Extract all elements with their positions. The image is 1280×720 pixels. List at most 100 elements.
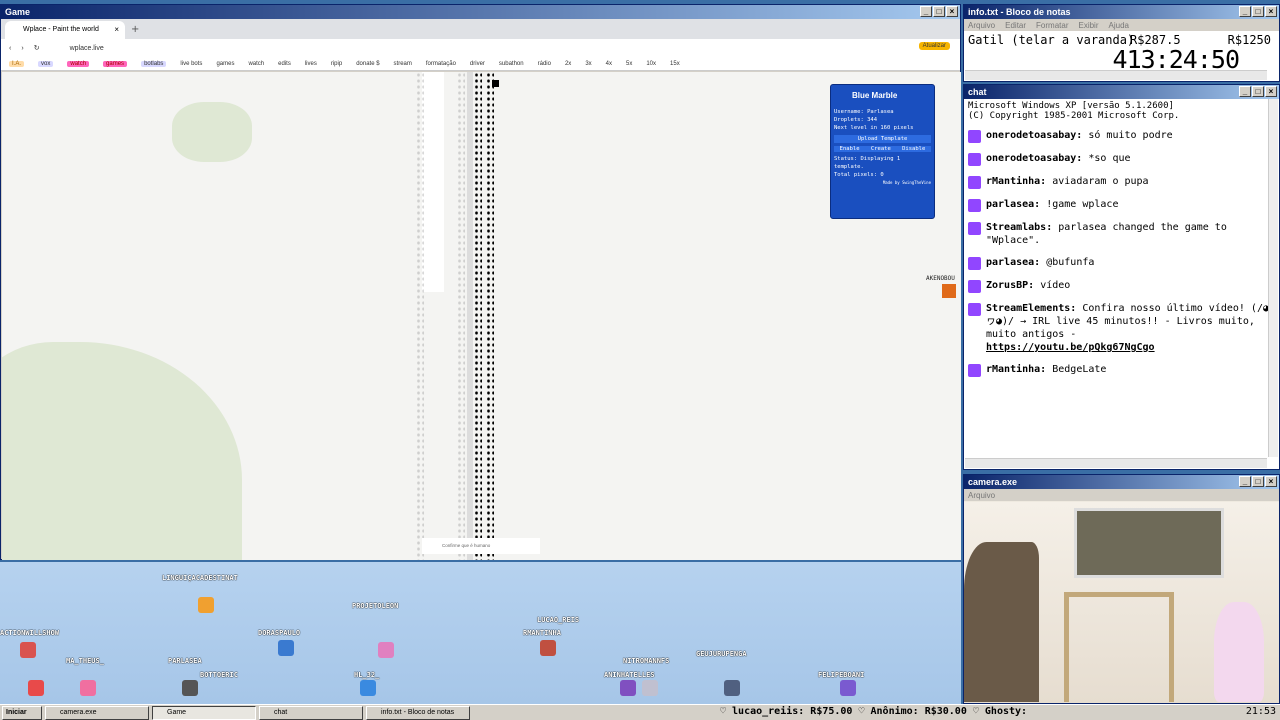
wplace-map-canvas[interactable]: Blue Marble Username: Parlasea Droplets:…	[2, 72, 961, 560]
chatter-name: HL_32_	[354, 671, 380, 679]
game-window-titlebar[interactable]: Game _ □ ×	[1, 5, 960, 19]
bookmark[interactable]: 3x	[585, 61, 591, 67]
bookmark[interactable]: games	[103, 60, 128, 67]
bookmark[interactable]: watch	[67, 60, 90, 67]
close-icon[interactable]: ×	[1265, 476, 1277, 487]
notepad-titlebar[interactable]: info.txt - Bloco de notas _ □ ×	[964, 5, 1279, 19]
camera-window[interactable]: camera.exe _ □ × Arquivo	[963, 474, 1280, 704]
camera-titlebar[interactable]: camera.exe _ □ ×	[964, 475, 1279, 489]
upload-template-button[interactable]: Upload Template	[834, 135, 931, 143]
menu-item[interactable]: Exibir	[1078, 21, 1098, 30]
browser-tab[interactable]: Wplace - Paint the world ×	[5, 21, 125, 39]
bookmark[interactable]: 2x	[565, 61, 571, 67]
bookmark[interactable]: 10x	[646, 61, 656, 67]
chatter-avatar	[620, 680, 636, 696]
taskbar: Iniciar camera.exe Game chat info.txt - …	[0, 704, 1280, 720]
bookmark[interactable]: botlabs	[141, 60, 167, 67]
bm-next-level: Next level in 160 pixels	[834, 125, 914, 131]
chat-message: Streamlabs: parlasea changed the game to…	[968, 221, 1275, 247]
bookmark[interactable]: I.A.	[9, 60, 25, 67]
minimize-icon[interactable]: _	[1239, 86, 1251, 97]
chatter-avatar	[540, 640, 556, 656]
maximize-icon[interactable]: □	[1252, 476, 1264, 487]
close-icon[interactable]: ×	[946, 6, 958, 17]
menu-item[interactable]: Arquivo	[968, 21, 995, 30]
minimize-icon[interactable]: _	[1239, 6, 1251, 17]
close-icon[interactable]: ×	[1265, 6, 1277, 17]
game-window-title: Game	[5, 7, 31, 17]
chat-titlebar[interactable]: chat _ □ ×	[964, 85, 1279, 99]
chat-window[interactable]: chat _ □ × Microsoft Windows XP [versão 5.…	[963, 84, 1280, 470]
back-icon[interactable]: ‹	[9, 45, 11, 52]
bookmark[interactable]: vox	[38, 60, 54, 67]
twitch-icon	[968, 222, 981, 235]
room-jacket	[964, 542, 1039, 702]
taskbar-item[interactable]: chat	[259, 705, 363, 720]
pixel-template-column	[474, 72, 482, 560]
chat-user: ZorusBP:	[986, 280, 1035, 291]
maximize-icon[interactable]: □	[933, 6, 945, 17]
pixel-template-column	[486, 72, 494, 560]
create-button[interactable]: Create	[871, 146, 891, 152]
blue-marble-panel[interactable]: Blue Marble Username: Parlasea Droplets:…	[830, 84, 935, 219]
chatter-name: LUCAO_REIS	[537, 616, 580, 624]
menu-item[interactable]: Formatar	[1036, 21, 1068, 30]
room-table	[1064, 592, 1174, 702]
chat-user: onerodetoasabay:	[986, 153, 1083, 164]
bookmark[interactable]: games	[216, 61, 234, 67]
chat-link[interactable]: https://youtu.be/pQkg67NgCgo	[986, 342, 1155, 353]
bookmark[interactable]: edits	[278, 61, 291, 67]
captcha-widget[interactable]: Confirme que é humano	[422, 538, 540, 554]
bookmark[interactable]: ripip	[331, 61, 342, 67]
game-window[interactable]: Game _ □ × Wplace - Paint the world × + ‹ ›…	[0, 4, 961, 560]
console-header: (C) Copyright 1985-2001 Microsoft Corp.	[968, 111, 1180, 121]
chatter-avatar	[80, 680, 96, 696]
close-tab-icon[interactable]: ×	[114, 21, 119, 39]
bookmark[interactable]: live bots	[180, 61, 202, 67]
taskbar-item[interactable]: info.txt - Bloco de notas	[366, 705, 470, 720]
vertical-scrollbar[interactable]	[1268, 99, 1278, 457]
minimize-icon[interactable]: _	[920, 6, 932, 17]
horizontal-scrollbar[interactable]	[965, 458, 1267, 468]
notepad-window[interactable]: info.txt - Bloco de notas _ □ × Arquivo Ed…	[963, 4, 1280, 82]
update-button[interactable]: Atualizar	[918, 42, 950, 50]
bookmark[interactable]: rádio	[538, 61, 551, 67]
bookmark[interactable]: 4x	[606, 61, 612, 67]
taskbar-item[interactable]: Game	[152, 705, 256, 720]
bookmark[interactable]: lives	[305, 61, 317, 67]
forward-icon[interactable]: ›	[21, 45, 23, 52]
chat-user: onerodetoasabay:	[986, 130, 1083, 141]
chatter-name: RMANTINHA	[523, 629, 561, 637]
menu-item[interactable]: Editar	[1005, 21, 1026, 30]
enable-button[interactable]: Enable	[840, 146, 860, 152]
close-icon[interactable]: ×	[1265, 86, 1277, 97]
taskbar-item[interactable]: camera.exe	[45, 705, 149, 720]
minimize-icon[interactable]: _	[1239, 476, 1251, 487]
bookmark[interactable]: donate $	[356, 61, 379, 67]
chatter-name: DORASPAULO	[258, 629, 301, 637]
maximize-icon[interactable]: □	[1252, 6, 1264, 17]
new-tab-icon[interactable]: +	[131, 21, 139, 39]
disable-button[interactable]: Disable	[902, 146, 925, 152]
room-window	[1074, 508, 1224, 578]
chatter-avatar	[360, 680, 376, 696]
chat-message: parlasea: @bufunfa	[968, 256, 1275, 270]
bookmark[interactable]: subathon	[499, 61, 524, 67]
reload-icon[interactable]: ↻	[34, 44, 40, 52]
chat-user: parlasea:	[986, 257, 1041, 268]
chat-text: só muito podre	[1088, 130, 1173, 141]
bookmark[interactable]: watch	[248, 61, 264, 67]
bookmark[interactable]: 15x	[670, 61, 680, 67]
bookmark[interactable]: driver	[470, 61, 485, 67]
url-field[interactable]: wplace.live	[70, 45, 104, 52]
bookmark[interactable]: stream	[394, 61, 412, 67]
tab-title: Wplace - Paint the world	[23, 26, 99, 33]
start-button[interactable]: Iniciar	[2, 705, 42, 720]
menu-item[interactable]: Arquivo	[968, 491, 995, 500]
horizontal-scrollbar[interactable]	[965, 70, 1267, 80]
maximize-icon[interactable]: □	[1252, 86, 1264, 97]
menu-item[interactable]: Ajuda	[1109, 21, 1129, 30]
bookmark[interactable]: formatação	[426, 61, 456, 67]
bookmark[interactable]: 5x	[626, 61, 632, 67]
chatter-avatar	[724, 680, 740, 696]
